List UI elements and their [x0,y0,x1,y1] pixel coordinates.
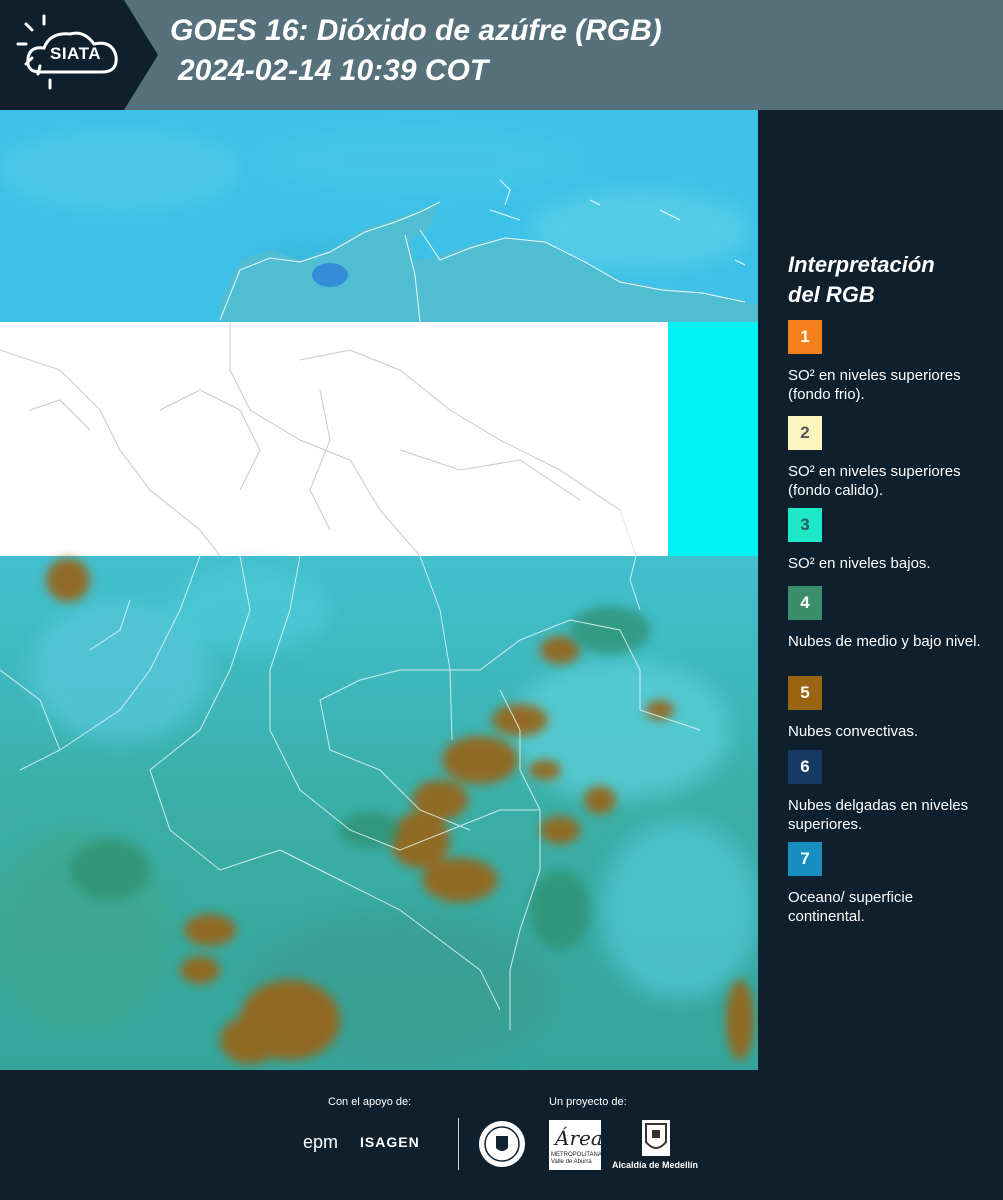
alcaldia-shield-icon [642,1120,670,1156]
siata-logo: SIATA [0,0,160,110]
page-timestamp: 2024-02-14 10:39 COT [178,54,489,87]
legend-swatch-6: 6 [788,750,822,784]
legend-swatch-7: 7 [788,842,822,876]
legend-number-5: 5 [800,683,810,702]
support-label: Con el apoyo de: [328,1096,412,1108]
legend-title: Interpretación del RGB [788,250,988,310]
satellite-image-map[interactable] [0,110,758,1070]
legend-number-7: 7 [800,849,810,868]
legend-item-1: 1 SO² en niveles superiores (fondo frio)… [788,320,988,404]
footer: Con el apoyo de: Un proyecto de: epm ISA… [0,1070,1003,1200]
legend-item-7: 7 Oceano/ superficie continental. [788,842,988,926]
medellin-seal-icon [478,1120,526,1173]
area-logo-main: Área [555,1126,603,1150]
isagen-logo: ISAGEN [360,1134,420,1150]
legend-number-6: 6 [800,757,810,776]
legend-text-2: SO² en niveles superiores (fondo calido)… [788,463,961,499]
area-metropolitana-logo: Área METROPOLITANA Valle de Aburrá [549,1120,603,1170]
alcaldia-label: Alcaldía de Medellín [612,1160,699,1170]
legend-number-1: 1 [800,327,810,346]
legend-number-3: 3 [800,515,810,534]
legend-number-2: 2 [800,423,810,442]
legend-text-4: Nubes de medio y bajo nivel. [788,633,981,650]
legend-item-4: 4 Nubes de medio y bajo nivel. [788,586,988,651]
legend-swatch-2: 2 [788,416,822,450]
epm-logo: epm [303,1132,339,1152]
area-logo-sub: METROPOLITANA Valle de Aburrá [551,1152,602,1165]
legend-text-1: SO² en niveles superiores (fondo frio). [788,367,961,403]
legend-number-4: 4 [800,593,810,612]
siata-logo-text: SIATA [50,44,101,63]
legend-swatch-5: 5 [788,676,822,710]
legend-text-6: Nubes delgadas en niveles superiores. [788,797,969,833]
legend-item-3: 3 SO² en niveles bajos. [788,508,988,573]
legend-swatch-4: 4 [788,586,822,620]
legend-title-line1: Interpretación [788,252,935,277]
page-title: GOES 16: Dióxido de azúfre (RGB) [170,14,662,47]
legend-panel: Interpretación del RGB 1 SO² en niveles … [760,110,1003,1070]
legend-text-3: SO² en niveles bajos. [788,555,931,572]
legend-item-6: 6 Nubes delgadas en niveles superiores. [788,750,988,834]
legend-title-line2: del RGB [788,282,875,307]
legend-item-2: 2 SO² en niveles superiores (fondo calid… [788,416,988,500]
project-label: Un proyecto de: [549,1096,627,1108]
legend-swatch-1: 1 [788,320,822,354]
legend-text-5: Nubes convectivas. [788,723,919,740]
legend-text-7: Oceano/ superficie continental. [788,889,914,925]
footer-divider [458,1118,459,1170]
header: SIATA GOES 16: Dióxido de azúfre (RGB) 2… [0,0,1003,110]
legend-swatch-3: 3 [788,508,822,542]
legend-item-5: 5 Nubes convectivas. [788,676,988,741]
